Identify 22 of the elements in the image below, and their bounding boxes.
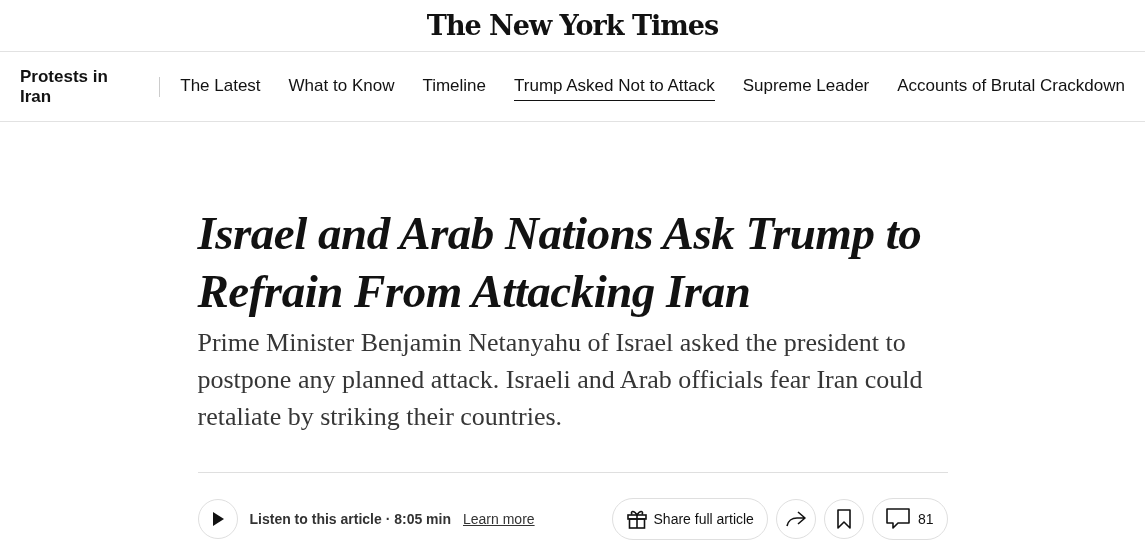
logo[interactable]: The New York Times: [426, 10, 719, 41]
save-button[interactable]: [823, 499, 864, 539]
section-title[interactable]: Protests in Iran: [20, 66, 140, 107]
learn-more-link[interactable]: Learn more: [463, 511, 535, 527]
nav-link[interactable]: Timeline: [422, 72, 486, 101]
play-icon: [210, 511, 225, 527]
share-button[interactable]: [775, 499, 816, 539]
share-button[interactable]: Share full article: [611, 498, 768, 540]
nav-link[interactable]: Accounts of Brutal Crackdown: [897, 72, 1125, 101]
summary: Prime Minister Benjamin Netanyahu of Israel asked the president to postpone any planned attack. Israeli and Arab officials fear Iran could retaliate by striking their countries.: [197, 327, 924, 433]
forward-arrow-icon: [784, 510, 807, 528]
headline: Israel and Arab Nations Ask Trump to Refrain From Attacking Iran: [197, 206, 923, 319]
comment-icon: [885, 508, 910, 530]
nav-link[interactable]: The Latest: [180, 72, 261, 101]
nav-link[interactable]: What to Know: [288, 72, 395, 101]
play-button[interactable]: [197, 499, 238, 539]
nav-link[interactable]: Trump Asked Not to Attack: [514, 72, 715, 101]
nav-link[interactable]: Supreme Leader: [742, 72, 870, 101]
gift-icon: [625, 508, 648, 530]
comments-button[interactable]: 81: [871, 498, 948, 540]
bookmark-icon: [836, 509, 851, 529]
listen-label: Listen to this article · 8:05 min: [249, 511, 451, 527]
